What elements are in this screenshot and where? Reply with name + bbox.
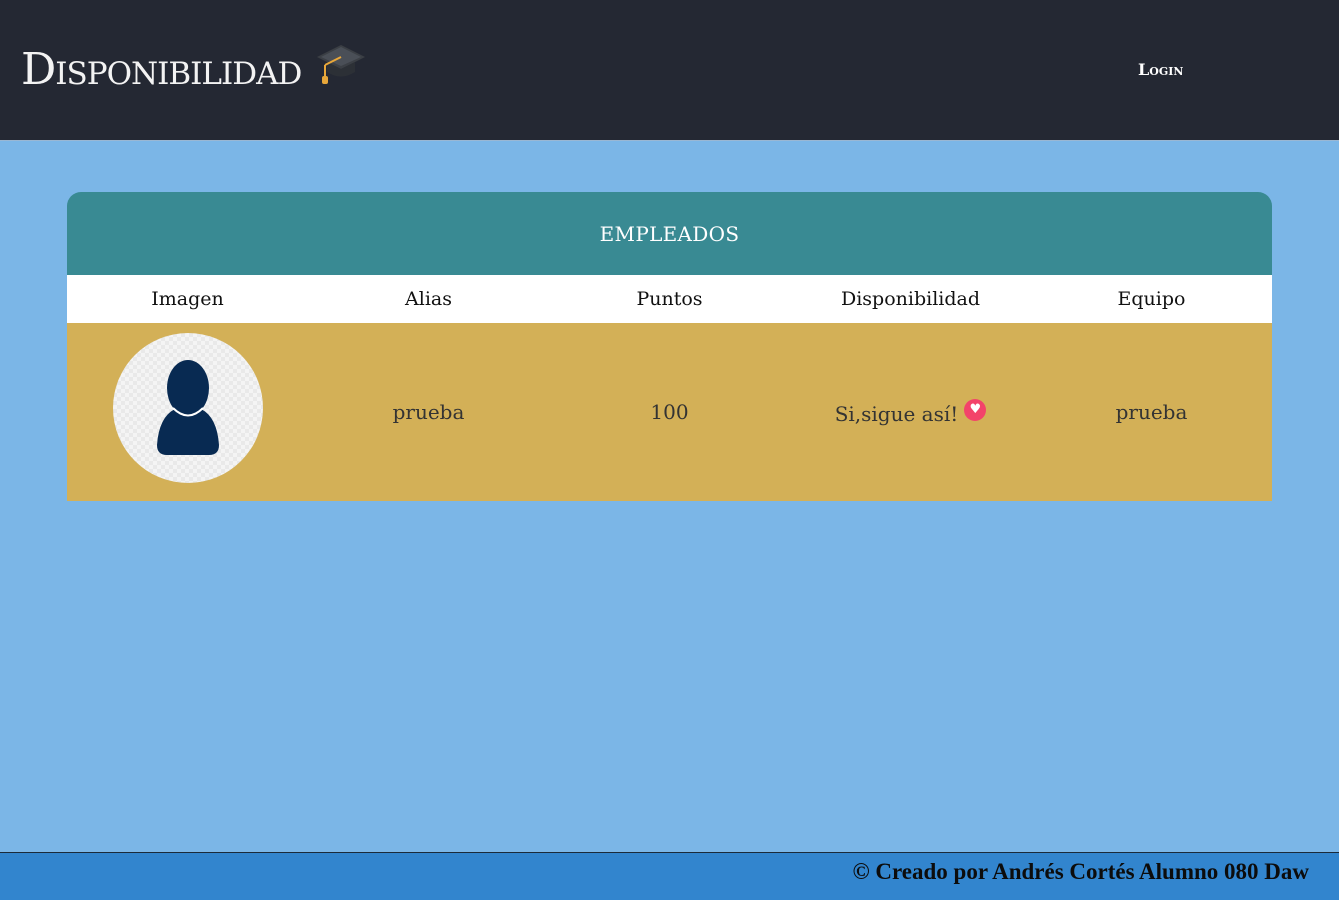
employees-table: Imagen Alias Puntos Disponibilidad Equip… [67, 275, 1272, 501]
footer-credits: © Creado por Andrés Cortés Alumno 080 Da… [852, 859, 1309, 884]
table-row: prueba 100 Si,sigue así! ♥ prueba [67, 323, 1272, 501]
user-avatar-icon [112, 333, 263, 483]
brand-title[interactable]: Disponibilidad [21, 44, 302, 96]
column-header-alias: Alias [405, 288, 452, 310]
cell-disponibilidad: Si,sigue así! ♥ [790, 323, 1031, 501]
table-header-row: Imagen Alias Puntos Disponibilidad Equip… [67, 275, 1272, 323]
user-silhouette-icon [156, 360, 219, 455]
graduation-cap-icon [317, 45, 366, 84]
navbar: Disponibilidad Login [0, 0, 1339, 141]
panel-header: EMPLEADOS [67, 192, 1272, 275]
cell-equipo: prueba [1115, 400, 1188, 424]
footer: © Creado por Andrés Cortés Alumno 080 Da… [0, 852, 1339, 900]
cell-puntos: 100 [650, 400, 689, 424]
cell-imagen [67, 323, 308, 501]
login-link[interactable]: Login [1138, 60, 1183, 79]
disponibilidad-text: Si,sigue así! [834, 401, 959, 426]
employees-panel: EMPLEADOS Imagen Alias Puntos Disponibil… [67, 192, 1272, 501]
cell-alias: prueba [392, 400, 465, 424]
column-header-equipo: Equipo [1117, 288, 1186, 310]
column-header-puntos: Puntos [636, 288, 703, 310]
column-header-imagen: Imagen [151, 288, 224, 310]
panel-title: EMPLEADOS [599, 221, 740, 246]
brand[interactable]: Disponibilidad [21, 44, 367, 96]
column-header-disponibilidad: Disponibilidad [840, 288, 981, 310]
heart-icon: ♥ [964, 398, 987, 421]
